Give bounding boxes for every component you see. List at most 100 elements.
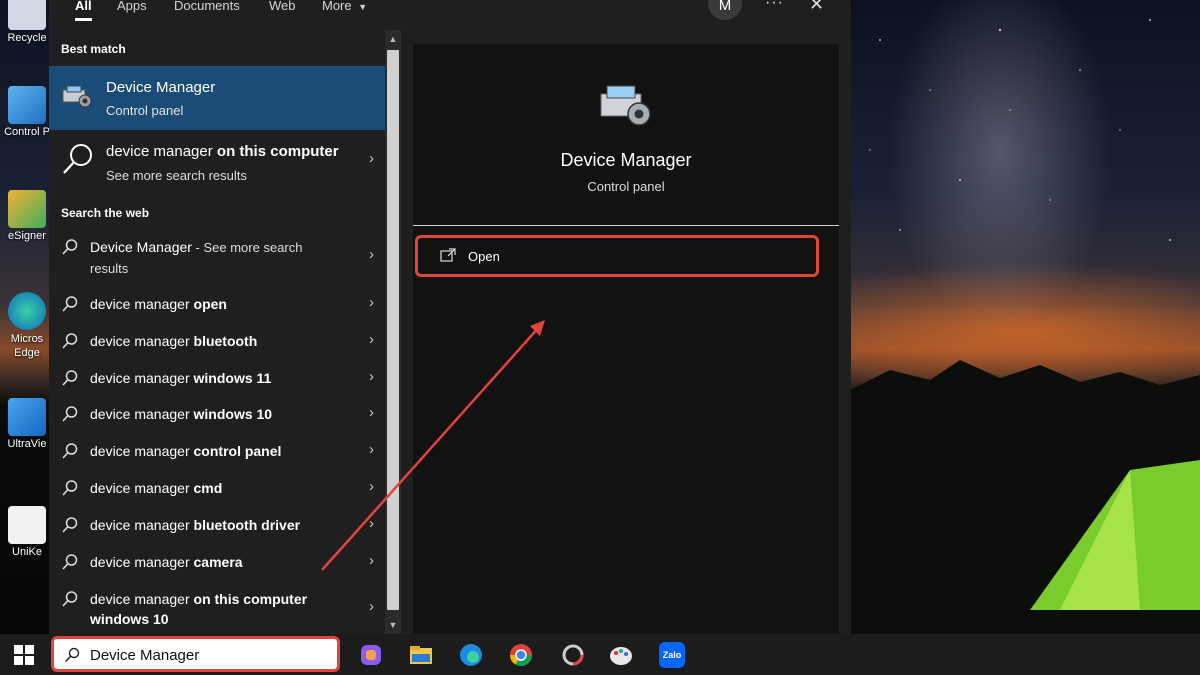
web-suggestion-prefix: device manager — [90, 369, 194, 386]
web-result-prefix: device manager — [90, 591, 194, 607]
local-search-result[interactable]: device manager on this computer See more… — [49, 136, 385, 188]
paint-icon[interactable] — [608, 642, 634, 668]
web-suggestion-item[interactable]: device manager open › — [49, 290, 385, 320]
web-suggestion-text: device manager bluetooth — [90, 331, 257, 351]
web-suggestion-bold: camera — [193, 553, 243, 570]
desktop-icon-unikey[interactable]: UniKe — [2, 506, 52, 558]
web-suggestion-item[interactable]: device manager bluetooth driver › — [49, 511, 385, 541]
app-ring-icon[interactable] — [560, 642, 586, 668]
taskbar: Zalo — [0, 634, 1200, 675]
chevron-right-icon: › — [369, 441, 374, 459]
web-suggestion-text: device manager windows 10 — [90, 404, 272, 424]
tab-more[interactable]: More ▼ — [322, 0, 367, 13]
search-icon — [62, 406, 78, 422]
desktop-icon-label: eSigner — [8, 230, 46, 242]
desktop-icon-label: Recycle — [7, 32, 47, 44]
windows-start-icon[interactable] — [14, 645, 34, 665]
web-suggestion-item[interactable]: device manager control panel › — [49, 437, 385, 467]
local-result-suffix: on this computer — [216, 143, 339, 160]
more-options-icon[interactable]: ··· — [765, 0, 784, 12]
taskbar-search-box[interactable] — [51, 636, 340, 672]
web-suggestion-item[interactable]: device manager cmd › — [49, 474, 385, 504]
avatar[interactable]: M — [708, 0, 742, 20]
search-icon — [62, 517, 78, 533]
web-suggestion-prefix: device manager — [90, 406, 194, 423]
scroll-down-icon[interactable]: ▼ — [385, 620, 401, 630]
web-suggestion-item[interactable]: device manager windows 10 › — [49, 400, 385, 430]
scrollbar[interactable]: ▲ ▼ — [385, 30, 401, 634]
chevron-right-icon: › — [369, 598, 374, 615]
close-icon[interactable]: ✕ — [809, 0, 824, 15]
tab-more-label: More — [322, 0, 352, 13]
preview-pane: Device Manager Control panel Open — [413, 44, 839, 634]
web-result-on-this-computer-windows-10[interactable]: device manager on this computer windows … — [49, 586, 385, 630]
search-web-header: Search the web — [61, 206, 150, 220]
web-result-text: device manager on this computer windows … — [90, 589, 307, 629]
desktop-icon-edge[interactable]: Micros Edge — [2, 292, 52, 360]
web-suggestion-prefix: device manager — [90, 516, 194, 533]
web-result-query: Device Manager — [90, 239, 192, 255]
web-suggestion-text: device manager open — [90, 294, 227, 314]
tab-web[interactable]: Web — [269, 0, 296, 13]
desktop-icon-control-panel[interactable]: Control P — [2, 86, 52, 138]
chevron-down-icon: ▼ — [358, 2, 368, 12]
open-button[interactable]: Open — [415, 235, 819, 277]
copilot-icon[interactable] — [358, 642, 384, 668]
web-suggestion-text: device manager control panel — [90, 441, 281, 461]
search-icon — [62, 296, 78, 312]
desktop-icon-label: UltraVie — [7, 438, 47, 450]
web-suggestion-bold: bluetooth — [193, 332, 258, 349]
zalo-label: Zalo — [662, 650, 682, 660]
zalo-icon[interactable]: Zalo — [659, 642, 685, 668]
search-icon — [62, 369, 78, 386]
scroll-up-icon[interactable]: ▲ — [385, 34, 401, 44]
web-suggestion-item[interactable]: device manager camera › — [49, 548, 385, 578]
chevron-right-icon: › — [369, 294, 374, 311]
tab-all[interactable]: All — [75, 0, 92, 21]
web-suggestion-bold: control panel — [193, 443, 282, 460]
web-suggestion-bold: cmd — [193, 480, 223, 496]
best-match-header: Best match — [61, 42, 126, 56]
web-suggestion-text: device manager windows 11 — [90, 368, 271, 388]
best-match-item[interactable]: Device Manager Control panel — [49, 66, 385, 130]
web-suggestion-prefix: device manager — [90, 332, 194, 349]
search-scope-tabs: All Apps Documents Web More ▼ M ··· ✕ — [49, 0, 851, 30]
results-list: Best match Device Manager Control panel … — [49, 30, 385, 634]
ultraviewer-icon — [8, 398, 46, 436]
web-suggestion-bold: bluetooth driver — [193, 516, 301, 533]
web-suggestion-text: device manager camera — [90, 552, 243, 572]
web-suggestion-item[interactable]: device manager windows 11 › — [49, 364, 385, 394]
chevron-right-icon: › — [369, 246, 374, 263]
desktop-icon-ultraviewer[interactable]: UltraVie — [2, 398, 52, 450]
preview-subtitle: Control panel — [587, 179, 665, 194]
search-icon — [62, 239, 78, 255]
web-suggestion-prefix: device manager — [90, 296, 194, 312]
search-icon — [62, 480, 78, 496]
search-icon — [62, 333, 78, 349]
web-suggestion-item[interactable]: device manager bluetooth › — [49, 327, 385, 357]
desktop-icon-label: UniKe — [12, 546, 42, 558]
desktop-icon-label: Control P — [4, 126, 50, 138]
search-icon — [62, 553, 78, 570]
chrome-icon[interactable] — [508, 642, 534, 668]
local-result-subtitle: See more search results — [106, 168, 247, 183]
web-result-device-manager[interactable]: Device Manager - See more search results… — [49, 234, 385, 280]
tab-apps[interactable]: Apps — [117, 0, 147, 13]
file-explorer-icon[interactable] — [408, 642, 434, 668]
scrollbar-thumb[interactable] — [387, 50, 399, 610]
desktop-icon-esigner[interactable]: eSigner — [2, 190, 52, 242]
web-result-bold: on this computer — [193, 591, 308, 607]
local-result-query: device manager — [106, 143, 213, 160]
tab-documents[interactable]: Documents — [174, 0, 240, 13]
search-input[interactable] — [90, 644, 330, 666]
desktop-icon-label: Micros Edge — [10, 333, 44, 359]
chevron-right-icon: › — [369, 330, 374, 348]
edge-icon[interactable] — [458, 642, 484, 668]
web-suggestion-prefix: device manager — [90, 553, 194, 570]
unikey-icon — [8, 506, 46, 544]
web-suggestion-text: device manager cmd — [90, 478, 222, 498]
web-suggestion-bold: windows 10 — [193, 406, 273, 423]
desktop-icon-recycle-bin[interactable]: Recycle — [2, 0, 52, 44]
web-result-text: Device Manager - See more search results — [90, 237, 330, 279]
local-result-text: device manager on this computer — [106, 142, 339, 162]
